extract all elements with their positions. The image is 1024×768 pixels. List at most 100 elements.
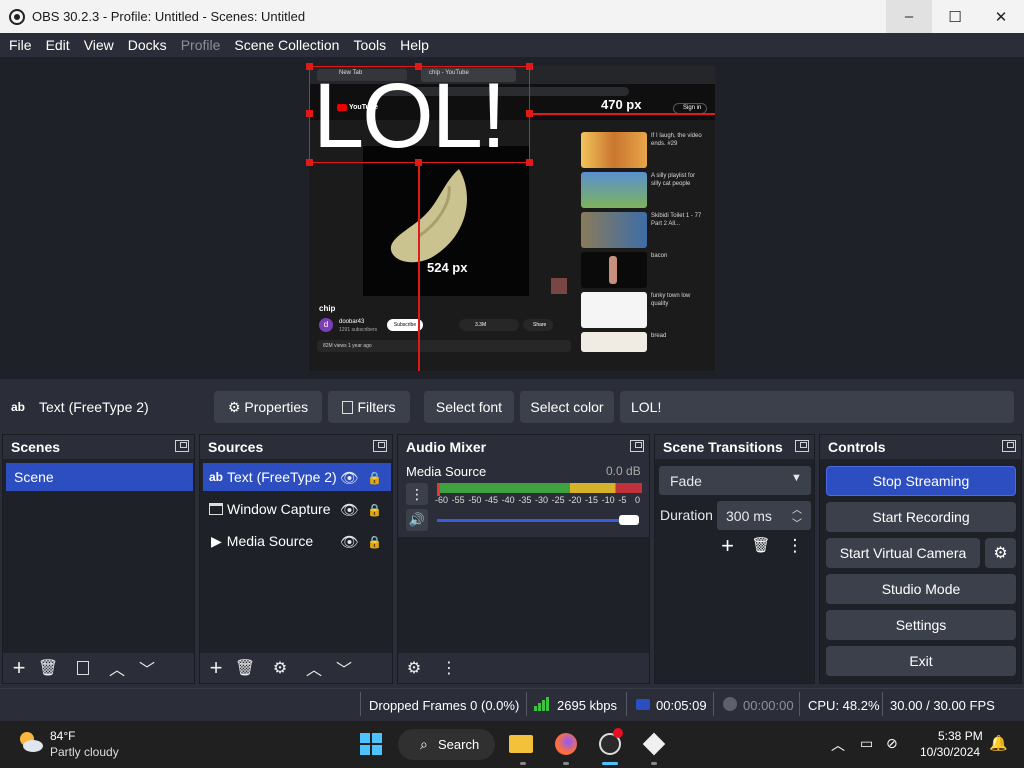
- source-item-media[interactable]: ▶ Media Source: [203, 527, 391, 555]
- move-source-up-button[interactable]: ︿: [303, 657, 325, 679]
- eye-icon[interactable]: 👁: [340, 533, 359, 551]
- undock-icon[interactable]: [373, 440, 387, 452]
- start-button[interactable]: [358, 731, 384, 757]
- remove-scene-button[interactable]: 🗑: [37, 657, 59, 679]
- source-item-text[interactable]: ab Text (FreeType 2): [203, 463, 391, 491]
- text-icon: ab: [209, 470, 224, 484]
- lock-icon[interactable]: 🔒: [367, 503, 382, 517]
- undock-icon[interactable]: [175, 440, 189, 452]
- virtual-camera-settings-button[interactable]: ⚙: [985, 538, 1016, 568]
- weather-desc[interactable]: Partly cloudy: [50, 745, 119, 759]
- meter-tick: -30: [535, 495, 549, 505]
- controls-title: Controls: [820, 435, 1021, 459]
- chevron-down-icon[interactable]: ﹀: [792, 515, 802, 530]
- minimize-button[interactable]: –: [886, 0, 932, 33]
- eye-icon[interactable]: 👁: [340, 469, 359, 487]
- audio-meter: [437, 483, 642, 493]
- select-font-button[interactable]: Select font: [424, 391, 514, 423]
- close-button[interactable]: ✕: [978, 0, 1024, 33]
- menu-view[interactable]: View: [77, 37, 121, 53]
- maximize-button[interactable]: ☐: [932, 0, 978, 33]
- text-input[interactable]: LOL!: [620, 391, 1014, 423]
- move-scene-up-button[interactable]: ︿: [106, 657, 128, 679]
- stop-streaming-button[interactable]: Stop Streaming: [826, 466, 1016, 496]
- meter-tick: -15: [585, 495, 599, 505]
- menu-file[interactable]: File: [2, 37, 39, 53]
- package-app[interactable]: [641, 731, 667, 757]
- search-icon: ⌕: [420, 736, 428, 752]
- remove-source-button[interactable]: 🗑: [234, 657, 256, 679]
- move-scene-down-button[interactable]: ﹀: [136, 657, 158, 679]
- transition-more-button[interactable]: ⋮: [785, 536, 805, 558]
- mute-button[interactable]: 🔊: [406, 509, 428, 531]
- window-title: OBS 30.2.3 - Profile: Untitled - Scenes:…: [32, 9, 306, 24]
- meter-tick: -60: [435, 495, 449, 505]
- volume-slider-track[interactable]: [437, 519, 633, 522]
- mixer-menu-button[interactable]: ⋮: [406, 483, 428, 505]
- add-transition-button[interactable]: +: [715, 534, 740, 559]
- gear-icon: ⚙: [272, 660, 288, 677]
- undock-icon[interactable]: [795, 440, 809, 452]
- network-icon[interactable]: ⊘: [886, 735, 898, 752]
- start-virtual-camera-button[interactable]: Start Virtual Camera: [826, 538, 980, 568]
- mixer-more-button[interactable]: ⋮: [438, 657, 460, 679]
- chevron-up-icon[interactable]: ︿: [831, 735, 845, 755]
- filters-button[interactable]: Filters: [328, 391, 410, 423]
- obs-app[interactable]: [597, 728, 623, 757]
- filter-icon: [342, 400, 354, 414]
- menu-tools[interactable]: Tools: [346, 37, 393, 53]
- menu-profile[interactable]: Profile: [174, 37, 228, 53]
- file-explorer-app[interactable]: [508, 731, 534, 757]
- resize-handle[interactable]: [306, 159, 313, 166]
- undock-icon[interactable]: [1002, 440, 1016, 452]
- resize-handle[interactable]: [415, 63, 422, 70]
- volume-slider-handle[interactable]: [619, 515, 639, 525]
- clock-time[interactable]: 5:38 PM: [938, 729, 983, 743]
- taskbar-search[interactable]: ⌕ Search: [398, 729, 495, 760]
- related-thumb: [581, 332, 647, 352]
- undock-icon[interactable]: [630, 440, 644, 452]
- resize-handle[interactable]: [306, 63, 313, 70]
- duration-spinbox[interactable]: 300 ms ︿ ﹀: [717, 501, 811, 530]
- window-icon: [209, 503, 223, 515]
- lock-icon[interactable]: 🔒: [367, 535, 382, 549]
- selection-box[interactable]: [309, 66, 530, 163]
- menu-docks[interactable]: Docks: [121, 37, 174, 53]
- transition-select[interactable]: Fade ▼: [659, 466, 811, 495]
- select-color-button[interactable]: Select color: [520, 391, 614, 423]
- weather-icon[interactable]: [16, 729, 44, 755]
- plus-icon: +: [12, 655, 26, 680]
- remove-transition-button[interactable]: 🗑: [750, 536, 772, 558]
- display-icon[interactable]: ▭: [860, 735, 873, 752]
- source-item-window-capture[interactable]: Window Capture: [203, 495, 391, 523]
- move-source-down-button[interactable]: ﹀: [333, 657, 355, 679]
- firefox-icon: [555, 733, 577, 755]
- add-scene-button[interactable]: +: [8, 655, 30, 680]
- studio-mode-button[interactable]: Studio Mode: [826, 574, 1016, 604]
- weather-temp[interactable]: 84°F: [50, 729, 75, 743]
- firefox-app[interactable]: [553, 731, 579, 757]
- menu-help[interactable]: Help: [393, 37, 436, 53]
- mixer-settings-button[interactable]: ⚙: [403, 657, 425, 679]
- clock-date[interactable]: 10/30/2024: [920, 745, 980, 759]
- notification-icon[interactable]: 🔔: [989, 734, 1008, 752]
- source-properties-button[interactable]: ⚙: [269, 657, 291, 679]
- resize-handle[interactable]: [526, 63, 533, 70]
- add-source-button[interactable]: +: [205, 655, 227, 680]
- scene-filters-button[interactable]: [72, 657, 94, 679]
- resize-handle[interactable]: [526, 159, 533, 166]
- chevron-up-icon[interactable]: ︿: [792, 501, 802, 516]
- resize-handle[interactable]: [306, 110, 313, 117]
- start-recording-button[interactable]: Start Recording: [826, 502, 1016, 532]
- streaming-icon: [636, 699, 650, 710]
- folder-icon: [509, 735, 533, 753]
- properties-button[interactable]: ⚙ Properties: [214, 391, 322, 423]
- app-indicator: [602, 762, 618, 765]
- lock-icon[interactable]: 🔒: [367, 471, 382, 485]
- scene-item[interactable]: Scene: [6, 463, 193, 491]
- exit-button[interactable]: Exit: [826, 646, 1016, 676]
- eye-icon[interactable]: 👁: [340, 501, 359, 519]
- settings-button[interactable]: Settings: [826, 610, 1016, 640]
- menu-edit[interactable]: Edit: [39, 37, 77, 53]
- menu-scene-collection[interactable]: Scene Collection: [227, 37, 346, 53]
